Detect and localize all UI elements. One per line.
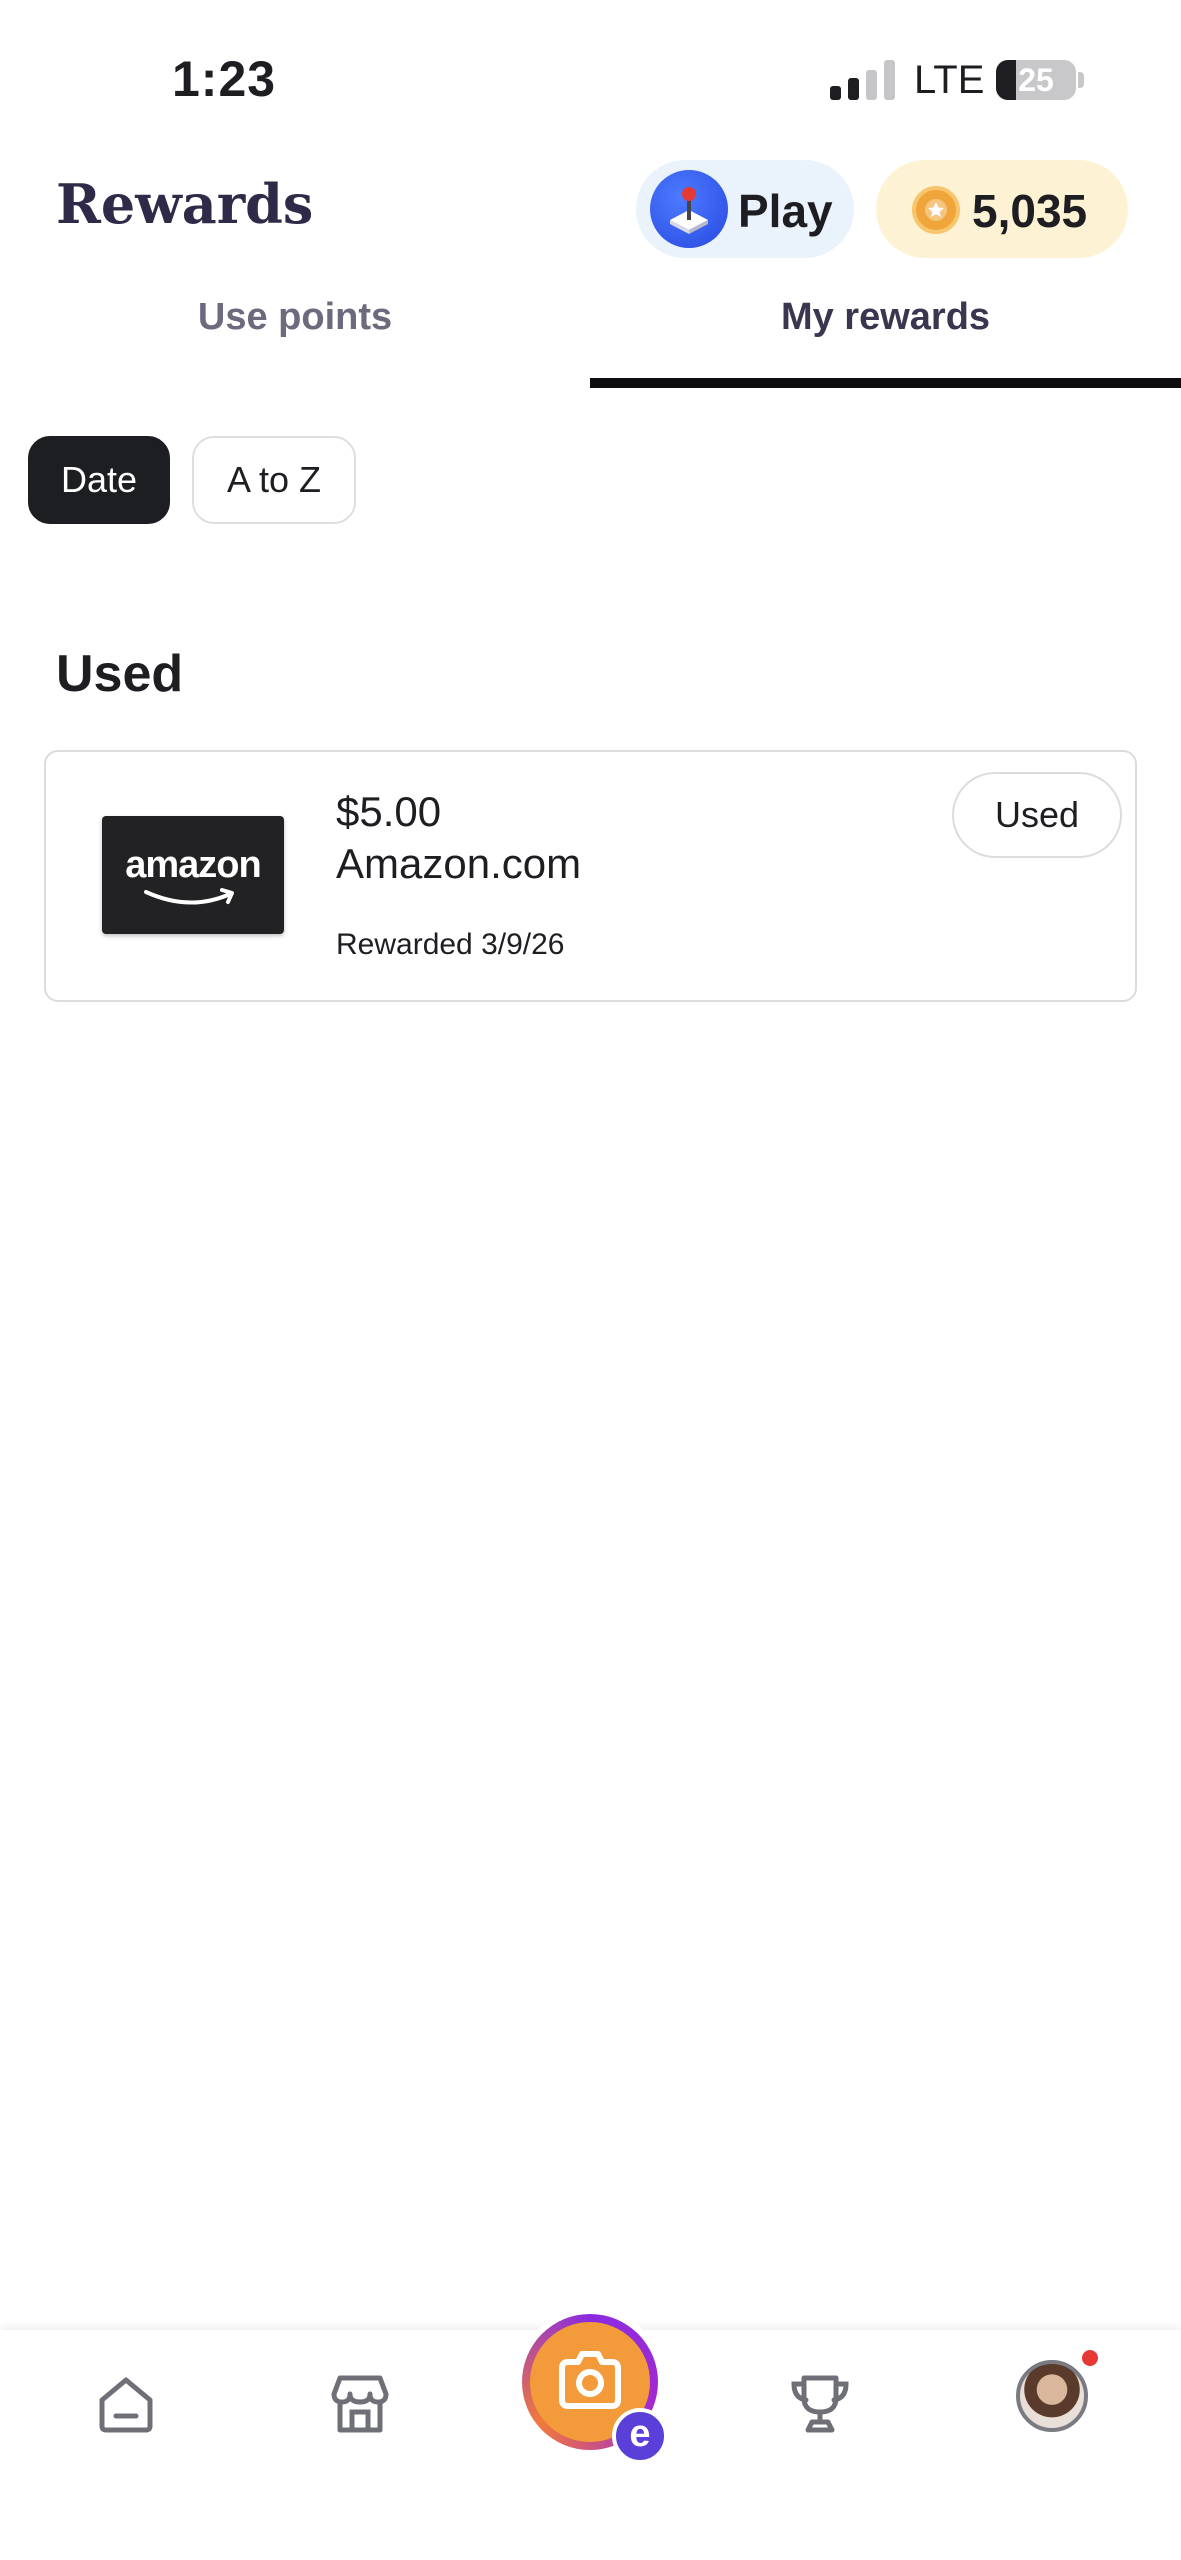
reward-amount: $5.00 <box>336 788 442 835</box>
coin-icon <box>912 186 960 234</box>
amazon-logo-wordmark: amazon <box>125 844 261 886</box>
signal-icon <box>830 60 896 100</box>
points-value: 5,035 <box>972 185 1088 237</box>
reward-date: Rewarded 3/9/26 <box>336 928 565 961</box>
reward-card[interactable]: amazon $5.00 Amazon.com Rewarded 3/9/26 … <box>44 750 1137 1002</box>
sort-date-chip[interactable]: Date <box>28 436 170 524</box>
tab-my-rewards[interactable]: My rewards <box>590 296 1181 360</box>
battery-level: 25 <box>1018 62 1054 98</box>
joystick-icon <box>650 170 728 248</box>
notification-dot <box>1082 2350 1098 2366</box>
tab-use-points[interactable]: Use points <box>0 296 590 360</box>
page-title: Rewards <box>56 172 314 236</box>
bottom-nav: e <box>0 2308 1181 2560</box>
status-bar: 1:23 LTE 25 <box>0 0 1181 150</box>
e-badge: e <box>612 2408 668 2464</box>
rewards-screen: 1:23 LTE 25 Rewards Play 5,035 Use point… <box>0 0 1181 2560</box>
status-time: 1:23 <box>172 51 277 107</box>
status-badge[interactable]: Used <box>952 772 1122 858</box>
play-label: Play <box>738 185 833 237</box>
trophy-icon[interactable] <box>780 2364 860 2444</box>
store-icon[interactable] <box>320 2364 400 2444</box>
active-tab-indicator <box>590 378 1181 388</box>
points-balance-button[interactable]: 5,035 <box>876 160 1128 258</box>
home-icon[interactable] <box>86 2364 166 2444</box>
reward-merchant: Amazon.com <box>336 840 582 887</box>
avatar[interactable] <box>1016 2360 1088 2432</box>
battery-icon: 25 <box>996 60 1076 100</box>
play-button[interactable]: Play <box>636 160 854 258</box>
carrier-label: LTE <box>914 58 985 102</box>
scan-receipt-button[interactable]: e <box>516 2308 668 2464</box>
sort-a-to-z-chip[interactable]: A to Z <box>192 436 356 524</box>
amazon-logo: amazon <box>102 816 284 934</box>
amazon-smile-icon <box>144 888 234 905</box>
section-title-used: Used <box>56 645 184 703</box>
battery-tip <box>1078 72 1084 88</box>
